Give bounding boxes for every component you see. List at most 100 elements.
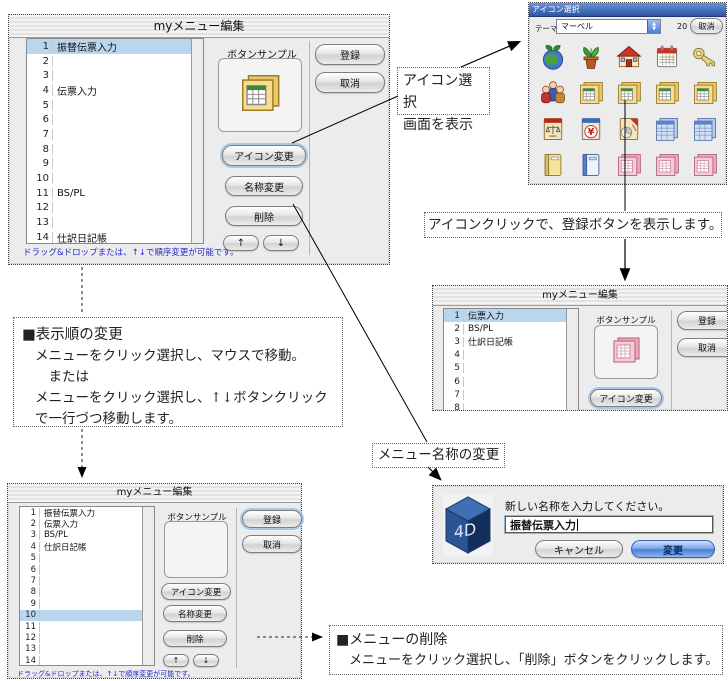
list-row-2[interactable]: 2BS/PL: [444, 322, 578, 335]
delete-button[interactable]: 削除: [163, 630, 227, 647]
list-row-11[interactable]: 11BS/PL: [27, 186, 203, 201]
list-row-1[interactable]: 1振替伝票入力: [27, 39, 203, 54]
list-row-5[interactable]: 5: [27, 98, 203, 113]
binder-blue-icon[interactable]: [572, 147, 610, 183]
list-row-14[interactable]: 14: [20, 655, 154, 666]
book-scales-icon[interactable]: [534, 111, 572, 147]
calendar-icon[interactable]: [648, 39, 686, 75]
list-row-9[interactable]: 9: [27, 157, 203, 172]
globe-icon[interactable]: [534, 39, 572, 75]
icon-window-title: アイコン選択: [532, 5, 580, 14]
ledger-yellow-icon[interactable]: [610, 75, 648, 111]
book-yen-icon[interactable]: ¥: [572, 111, 610, 147]
icon-select-window: アイコン選択 テーマ マーベル ▲▼ 20 取消 ¥: [528, 2, 727, 185]
folder-pink-icon[interactable]: [686, 147, 724, 183]
list-row-12[interactable]: 12: [20, 632, 154, 643]
list-row-6[interactable]: 6: [27, 112, 203, 127]
list-row-12[interactable]: 12: [27, 201, 203, 216]
move-up-button[interactable]: ↑: [163, 654, 189, 667]
note-delete: ■メニューの削除 メニューをクリック選択し、「削除」ボタンをクリックします。: [329, 625, 723, 675]
rename-button[interactable]: 名称変更: [225, 176, 303, 196]
icon-change-button[interactable]: アイコン変更: [590, 389, 662, 407]
note-title: ■メニューの削除: [336, 630, 716, 651]
register-button[interactable]: 登録: [677, 311, 728, 330]
list-row-10[interactable]: 10: [27, 171, 203, 186]
list-row-6[interactable]: 6: [444, 375, 578, 388]
list-scrollbar[interactable]: [142, 507, 154, 665]
ledger-yellow-icon[interactable]: [572, 75, 610, 111]
list-row-3[interactable]: 3仕訳日記帳: [444, 335, 578, 348]
list-row-9[interactable]: 9: [20, 598, 154, 609]
list-row-2[interactable]: 2伝票入力: [20, 518, 154, 529]
menu-list[interactable]: 1振替伝票入力234伝票入力56 7 8 91011BS/PL1213 14仕訳日記帳: [26, 38, 204, 244]
delete-button[interactable]: 削除: [225, 206, 303, 226]
row-number: 8: [27, 144, 53, 155]
binder-yellow-icon[interactable]: [534, 147, 572, 183]
rename-cancel-button[interactable]: キャンセル: [535, 540, 623, 558]
register-button[interactable]: 登録: [242, 510, 302, 528]
people-icon[interactable]: [534, 75, 572, 111]
table-blue-icon[interactable]: [686, 111, 724, 147]
list-row-3[interactable]: 3: [27, 68, 203, 83]
note-line: アイコン選択: [403, 70, 484, 114]
register-button[interactable]: 登録: [315, 44, 385, 65]
ledger-yellow-icon[interactable]: [686, 75, 724, 111]
row-number: 5: [20, 553, 40, 563]
icon-window-title-bar: アイコン選択: [529, 3, 726, 17]
move-down-button[interactable]: ↓: [263, 235, 299, 251]
list-row-3[interactable]: 3BS/PL: [20, 530, 154, 541]
list-row-7[interactable]: 7: [27, 127, 203, 142]
house-icon[interactable]: [610, 39, 648, 75]
list-row-5[interactable]: 5: [444, 362, 578, 375]
dropdown-stepper-icon[interactable]: ▲▼: [647, 20, 660, 33]
theme-dropdown[interactable]: マーベル ▲▼: [556, 19, 661, 34]
dialog-title: myメニュー編集: [542, 290, 618, 301]
row-label: 振替伝票入力: [40, 507, 95, 519]
rename-button[interactable]: 名称変更: [163, 605, 227, 622]
button-sample-box: [594, 325, 658, 379]
list-scrollbar[interactable]: [566, 309, 578, 411]
icon-grid: ¥: [534, 39, 724, 183]
rename-ok-button[interactable]: 変更: [631, 540, 715, 558]
ledger-yellow-icon[interactable]: [648, 75, 686, 111]
row-number: 6: [27, 114, 53, 125]
menu-list[interactable]: 1伝票入力2BS/PL3仕訳日記帳456789: [443, 308, 579, 411]
icon-change-button[interactable]: アイコン変更: [222, 145, 306, 166]
list-row-4[interactable]: 4伝票入力: [27, 83, 203, 98]
list-row-8[interactable]: 8: [27, 142, 203, 157]
row-number: 1: [27, 41, 53, 52]
list-row-8[interactable]: 8: [444, 401, 578, 411]
list-row-1[interactable]: 1伝票入力: [444, 309, 578, 322]
rename-input[interactable]: 振替伝票入力: [505, 516, 713, 533]
list-scrollbar[interactable]: [191, 39, 203, 243]
list-row-13[interactable]: 13: [20, 644, 154, 655]
folder-pink-icon[interactable]: [648, 147, 686, 183]
list-row-13[interactable]: 13: [27, 215, 203, 230]
list-row-2[interactable]: 2: [27, 54, 203, 69]
list-row-5[interactable]: 5: [20, 553, 154, 564]
list-row-10[interactable]: 10: [20, 610, 154, 621]
plant-icon[interactable]: [572, 39, 610, 75]
cancel-button[interactable]: 取消: [677, 338, 728, 357]
key-icon[interactable]: [686, 39, 724, 75]
list-row-7[interactable]: 7: [20, 575, 154, 586]
cancel-button[interactable]: 取消: [315, 72, 385, 93]
icon-change-button[interactable]: アイコン変更: [161, 583, 231, 600]
folder-pink-icon[interactable]: [610, 147, 648, 183]
icon-window-cancel-button[interactable]: 取消: [690, 18, 723, 34]
menu-list[interactable]: 1振替伝票入力2伝票入力3BS/PL4仕訳日記帳567891011121314: [19, 506, 155, 666]
move-up-button[interactable]: ↑: [223, 235, 259, 251]
list-row-6[interactable]: 6: [20, 564, 154, 575]
cancel-button[interactable]: 取消: [242, 535, 302, 553]
row-number: 13: [27, 217, 53, 228]
list-row-11[interactable]: 11: [20, 621, 154, 632]
list-row-7[interactable]: 7: [444, 388, 578, 401]
list-row-8[interactable]: 8: [20, 587, 154, 598]
list-row-1[interactable]: 1振替伝票入力: [20, 507, 154, 518]
list-row-4[interactable]: 4: [444, 349, 578, 362]
move-down-button[interactable]: ↓: [193, 654, 219, 667]
table-blue-icon[interactable]: [648, 111, 686, 147]
list-row-14[interactable]: 14仕訳日記帳: [27, 230, 203, 244]
book-chart-icon[interactable]: [610, 111, 648, 147]
list-row-4[interactable]: 4仕訳日記帳: [20, 541, 154, 552]
